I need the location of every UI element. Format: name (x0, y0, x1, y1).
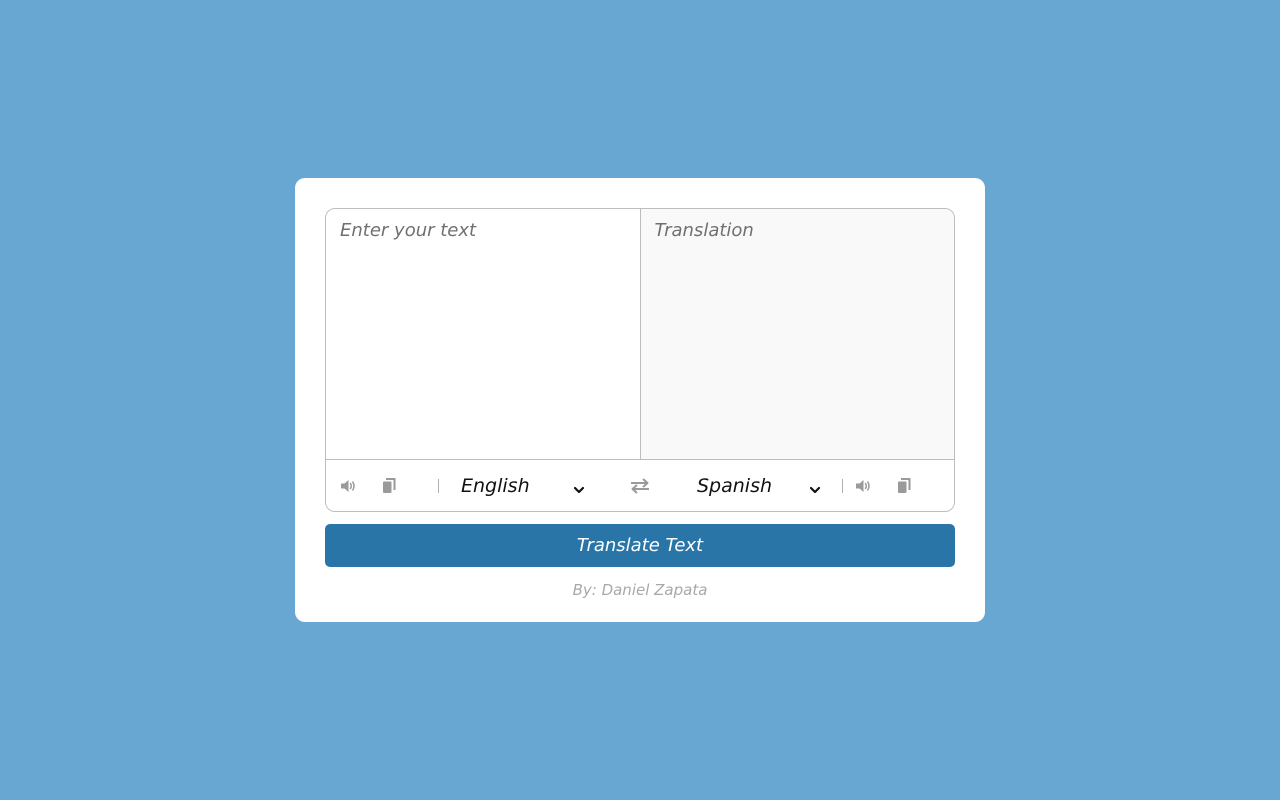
exchange-icon (630, 477, 650, 494)
source-text-input[interactable] (326, 209, 640, 459)
translate-button[interactable]: Translate Text (325, 524, 955, 567)
translation-panel: English (325, 208, 955, 512)
chevron-down-icon (809, 480, 821, 499)
divider (842, 479, 843, 493)
volume-icon (855, 479, 873, 493)
source-language-label: English (461, 474, 530, 497)
speak-source-button[interactable] (338, 460, 360, 511)
chevron-down-icon (573, 480, 585, 499)
target-pane (640, 209, 954, 459)
divider (438, 479, 439, 493)
copy-icon (382, 477, 396, 494)
copy-source-button[interactable] (380, 460, 398, 511)
source-language-select[interactable]: English (461, 460, 587, 511)
author-credit: By: Daniel Zapata (572, 581, 708, 599)
translator-card: English (295, 178, 985, 622)
translation-output (640, 209, 954, 459)
target-language-label: Spanish (697, 474, 773, 497)
controls-bar: English Spanish (326, 460, 954, 511)
source-pane (326, 209, 641, 459)
text-area-row (326, 209, 954, 460)
copy-translation-button[interactable] (895, 460, 913, 511)
copy-icon (897, 477, 911, 494)
target-language-select[interactable]: Spanish (697, 460, 823, 511)
speak-translation-button[interactable] (853, 460, 875, 511)
volume-icon (340, 479, 358, 493)
swap-languages-button[interactable] (628, 460, 652, 511)
